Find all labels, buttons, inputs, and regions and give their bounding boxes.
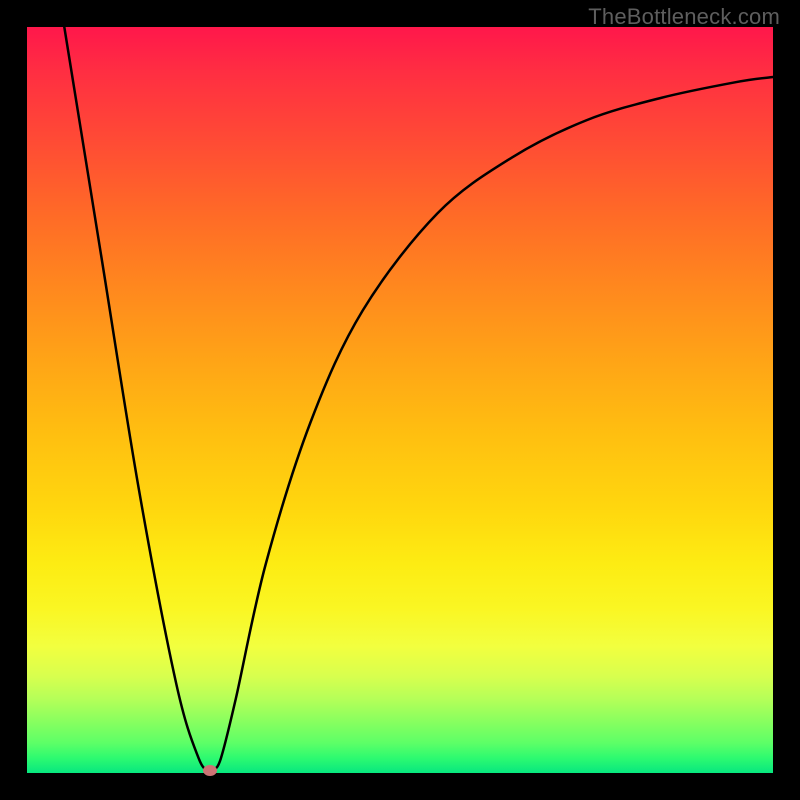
watermark-text: TheBottleneck.com xyxy=(588,4,780,30)
curve-layer xyxy=(27,27,773,773)
chart-container: TheBottleneck.com xyxy=(0,0,800,800)
minimum-marker xyxy=(203,765,217,776)
bottleneck-curve xyxy=(64,27,773,772)
